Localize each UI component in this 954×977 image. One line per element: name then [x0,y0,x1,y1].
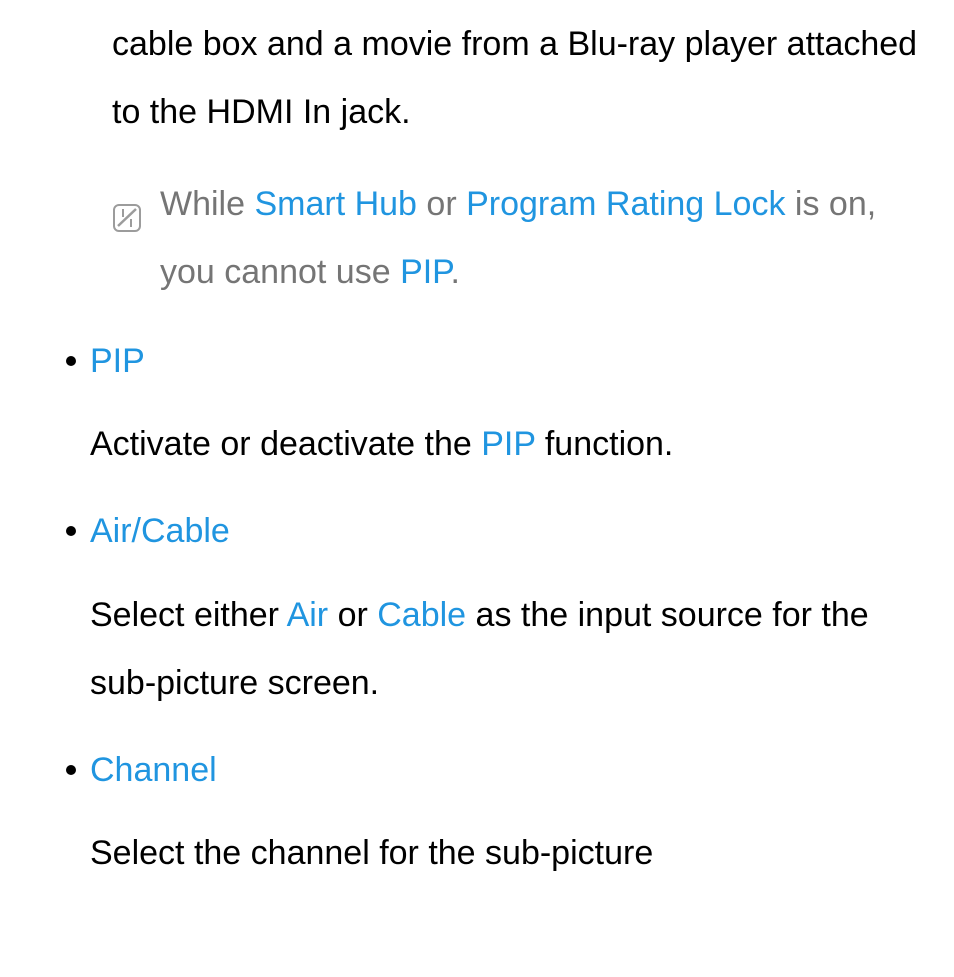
list-item-description: Select the channel for the sub-picture [90,819,924,887]
desc-part: or [328,596,377,634]
list-item: Air/Cable Select either Air or Cable as … [90,504,924,716]
list-item-description: Activate or deactivate the PIP function. [90,410,924,478]
list-item-content: PIP Activate or deactivate the PIP funct… [90,334,924,478]
note-text: While Smart Hub or Program Rating Lock i… [160,170,924,306]
list-item-title: PIP [90,334,924,388]
desc-part: Select the channel for the sub-picture [90,834,653,872]
note-text-part: or [417,185,466,223]
desc-part: Activate or deactivate the [90,425,481,463]
bullet-icon [66,765,76,775]
note-link-smart-hub: Smart Hub [254,185,417,223]
list-item: Channel Select the channel for the sub-p… [90,743,924,887]
note-row: While Smart Hub or Program Rating Lock i… [90,170,924,306]
desc-link-air: Air [287,596,329,634]
list-item-description: Select either Air or Cable as the input … [90,581,924,717]
note-text-part: . [450,253,459,291]
list-item-content: Channel Select the channel for the sub-p… [90,743,924,887]
desc-link-pip: PIP [481,425,535,463]
desc-link-cable: Cable [377,596,466,634]
bullet-icon [66,356,76,366]
note-icon [112,188,142,256]
list-item-title: Air/Cable [90,504,924,558]
list-item-title: Channel [90,743,924,797]
note-link-program-rating-lock: Program Rating Lock [466,185,785,223]
desc-part: function. [535,425,673,463]
note-text-part: While [160,185,254,223]
desc-part: Select either [90,596,287,634]
intro-paragraph: cable box and a movie from a Blu-ray pla… [90,10,924,146]
list-item-content: Air/Cable Select either Air or Cable as … [90,504,924,716]
note-link-pip: PIP [400,253,450,291]
bullet-icon [66,526,76,536]
list-item: PIP Activate or deactivate the PIP funct… [90,334,924,478]
